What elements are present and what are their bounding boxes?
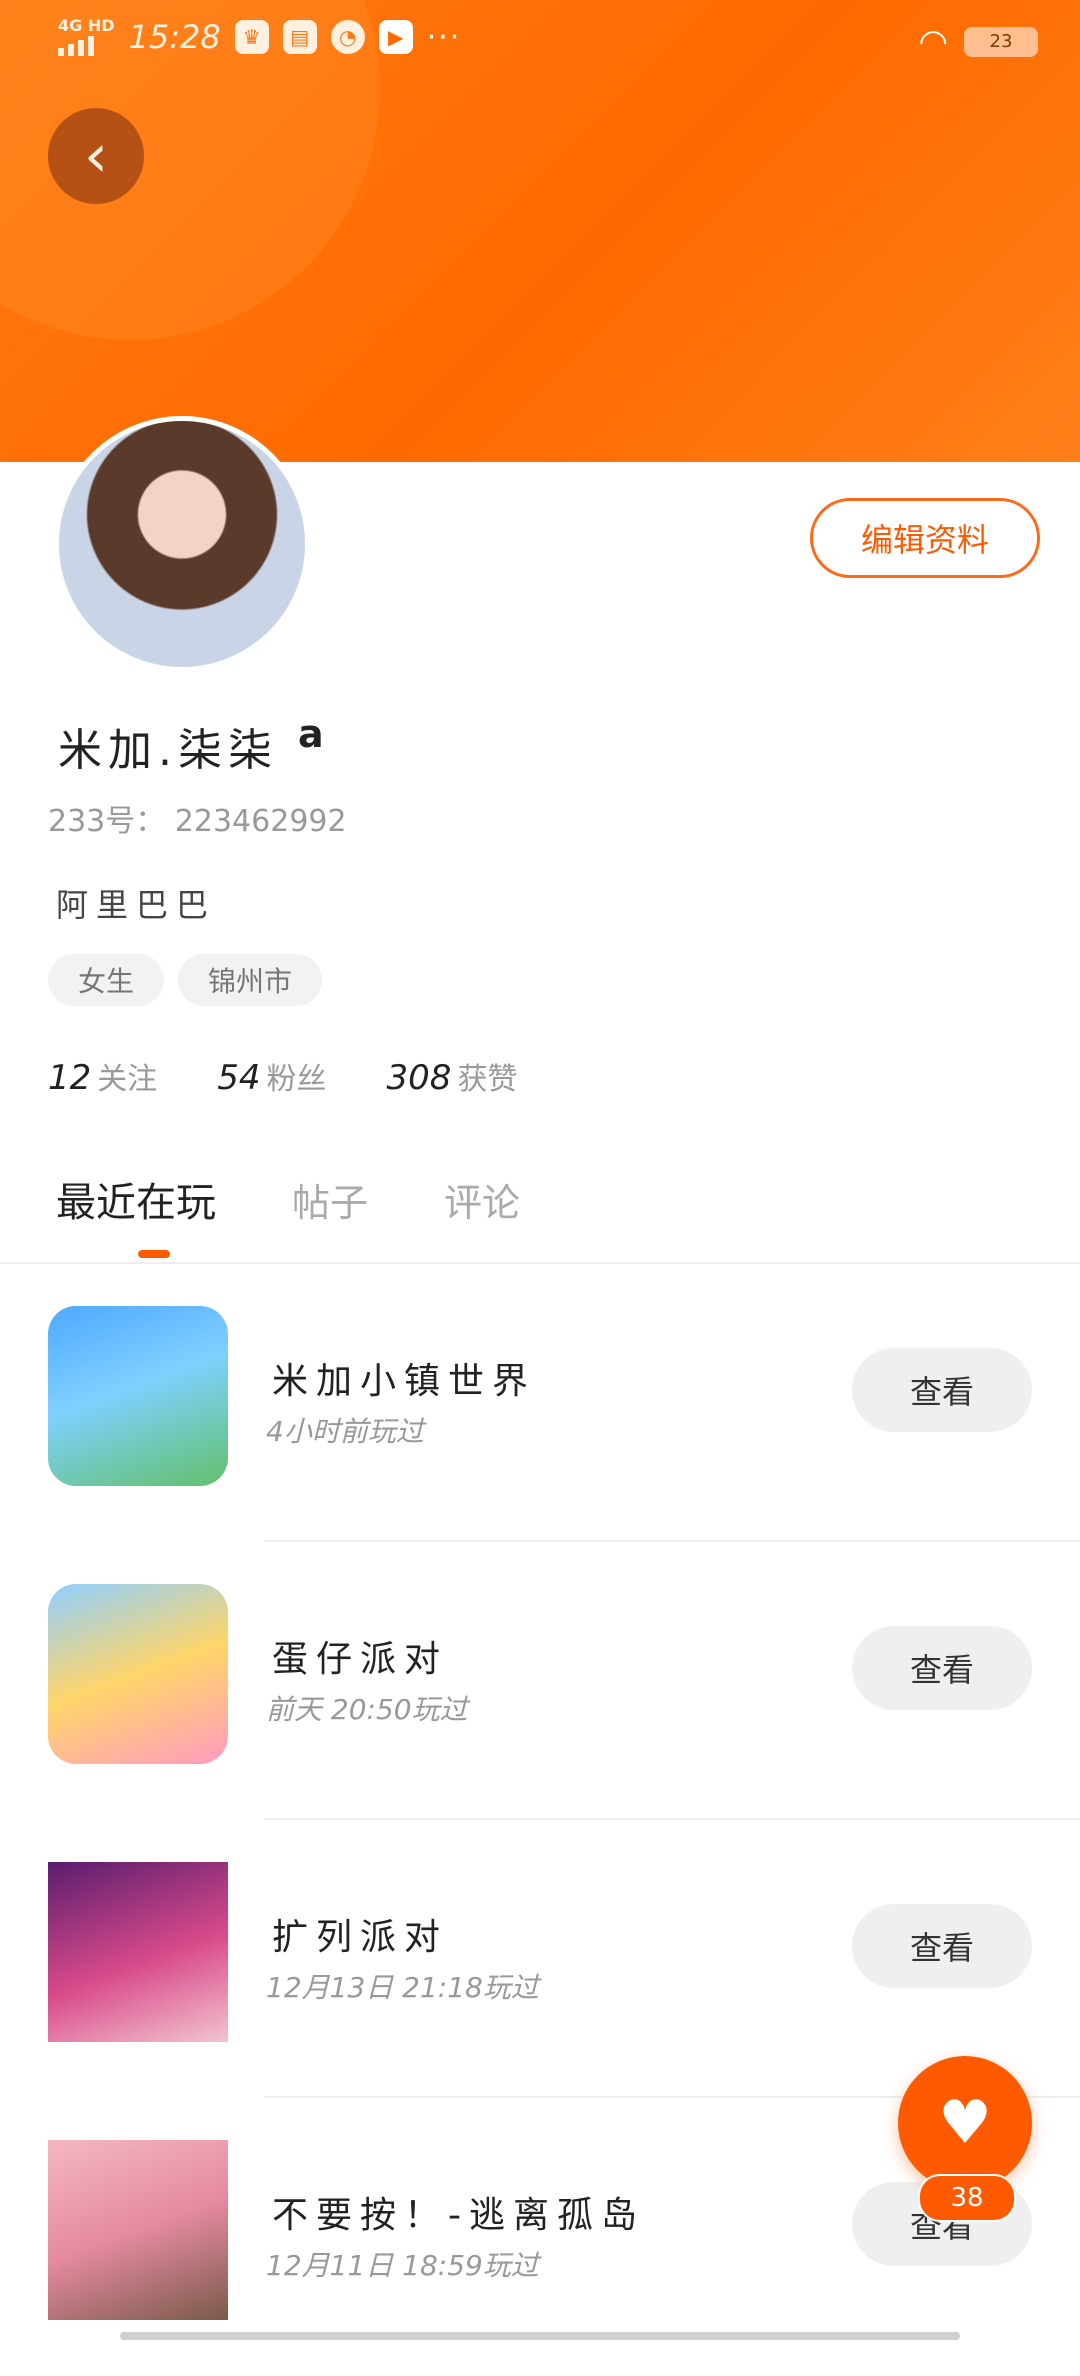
like-count-badge: 38: [918, 2174, 1016, 2222]
stat-following[interactable]: 12 关注: [48, 1054, 157, 1098]
stat-number: 12: [48, 1058, 92, 1098]
list-item[interactable]: 蛋仔派对 前天 20:50玩过 查看: [0, 1542, 1080, 1820]
profile-header-banner: 4G HD 15:28 ♛ ▤ ◔ ▶ ··· ◠ 23 ‹: [0, 0, 1080, 462]
signal-bars-icon: [58, 34, 115, 56]
avatar[interactable]: [54, 416, 310, 672]
battery-indicator: 23: [964, 27, 1038, 57]
more-notifications-icon: ···: [426, 19, 462, 55]
stat-label: 粉丝: [266, 1062, 327, 1097]
cellular-signal: 4G HD: [58, 18, 115, 56]
play-icon: ▶: [378, 20, 413, 54]
stat-label: 关注: [97, 1062, 158, 1097]
game-last-played: 4小时前玩过: [266, 1415, 424, 1448]
network-type: 4G HD: [58, 16, 115, 35]
bio: 阿里巴巴: [56, 886, 217, 924]
gender-tag: 女生: [48, 954, 165, 1006]
stat-followers[interactable]: 54 粉丝: [217, 1054, 326, 1098]
active-tab-indicator: [138, 1250, 170, 1258]
stat-likes[interactable]: 308 获赞: [387, 1054, 518, 1098]
username-suffix: a: [298, 712, 324, 756]
game-title: 扩列派对: [272, 1917, 449, 1958]
game-title: 蛋仔派对: [272, 1639, 449, 1680]
game-icon: [48, 1862, 228, 2042]
list-item[interactable]: 米加小镇世界 4小时前玩过 查看: [0, 1264, 1080, 1542]
speedometer-icon: ◔: [330, 20, 365, 54]
game-title: 不要按！-逃离孤岛: [272, 2195, 645, 2236]
game-icon: [48, 1306, 228, 1486]
status-time: 15:28: [128, 18, 221, 56]
like-button[interactable]: ♥: [898, 2056, 1032, 2190]
profile-tags: 女生 锦州市: [48, 954, 323, 1006]
tab-posts[interactable]: 帖子: [292, 1172, 368, 1227]
stat-number: 308: [386, 1058, 452, 1098]
stat-label: 获赞: [457, 1062, 518, 1097]
tab-comments[interactable]: 评论: [444, 1172, 520, 1227]
game-title: 米加小镇世界: [272, 1361, 537, 1402]
edit-profile-button[interactable]: 编辑资料: [810, 498, 1040, 578]
view-game-button[interactable]: 查看: [852, 1348, 1032, 1432]
back-button[interactable]: ‹: [48, 108, 144, 204]
location-tag: 锦州市: [178, 954, 323, 1006]
bottom-scroll-strip: [120, 2332, 960, 2340]
status-bar: 4G HD 15:28 ♛ ▤ ◔ ▶ ··· ◠ 23: [0, 0, 1080, 80]
game-icon: [48, 1584, 228, 1764]
stat-number: 54: [217, 1058, 261, 1098]
game-last-played: 12月13日 21:18玩过: [266, 1971, 539, 2004]
app-notification-icon: ▤: [282, 20, 317, 54]
view-game-button[interactable]: 查看: [852, 1626, 1032, 1710]
username: 米加.柒柒: [58, 725, 278, 776]
view-game-button[interactable]: 查看: [852, 1904, 1032, 1988]
profile-tabs: 最近在玩 帖子 评论: [56, 1170, 520, 1228]
game-icon: [48, 2140, 228, 2320]
heart-icon: ♥: [938, 2088, 992, 2158]
tab-recently-played[interactable]: 最近在玩: [56, 1170, 216, 1228]
game-last-played: 12月11日 18:59玩过: [266, 2249, 539, 2282]
chevron-left-icon: ‹: [84, 121, 108, 191]
profile-stats: 12 关注 54 粉丝 308 获赞: [48, 1054, 517, 1098]
crown-icon: ♛: [234, 20, 269, 54]
user-id: 233号： 223462992: [48, 804, 347, 839]
wifi-icon: ◠: [918, 22, 948, 62]
game-last-played: 前天 20:50玩过: [266, 1693, 468, 1726]
list-item[interactable]: 扩列派对 12月13日 21:18玩过 查看: [0, 1820, 1080, 2098]
